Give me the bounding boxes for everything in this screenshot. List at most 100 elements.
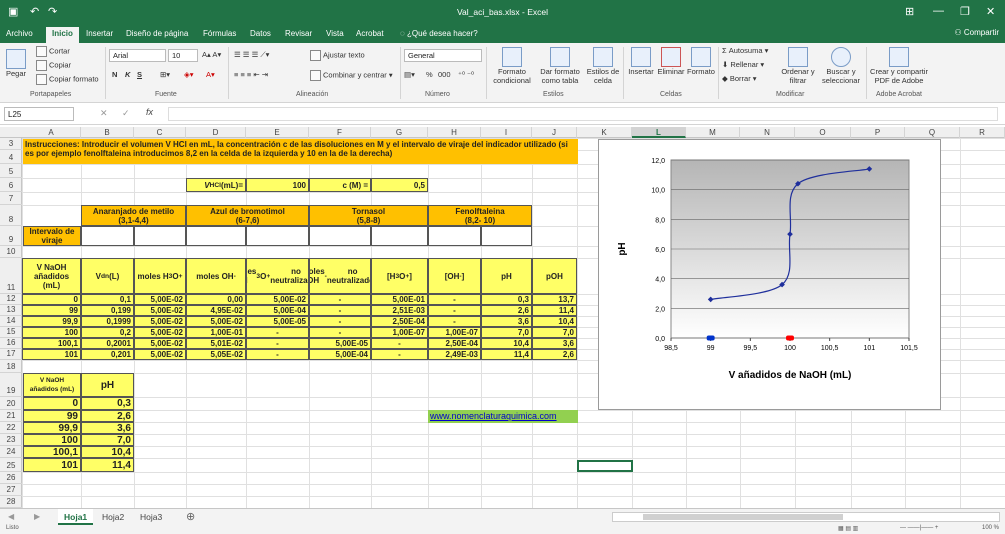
table-data-cell[interactable]: 5,00E-05 xyxy=(246,316,309,327)
column-header-p[interactable]: P xyxy=(851,127,905,138)
column-header-c[interactable]: C xyxy=(134,127,186,138)
tab-acrobat[interactable]: Acrobat xyxy=(356,29,384,38)
row-header-6[interactable]: 6 xyxy=(0,178,22,192)
table-data-cell[interactable]: 5,00E-02 xyxy=(134,305,186,316)
format-painter-button[interactable]: Copiar formato xyxy=(36,74,99,85)
autosum-button[interactable]: Σ Autosuma ▾ xyxy=(722,46,768,55)
table-data-cell[interactable]: - xyxy=(428,316,481,327)
instructions-cell[interactable]: Instrucciones: Introducir el volumen V H… xyxy=(23,139,578,164)
vertical-align-icons[interactable]: ☰ ☰ ☰ ⟋▾ xyxy=(234,50,269,60)
ph-table-cell[interactable]: 0 xyxy=(23,397,81,410)
table-data-cell[interactable]: 3,6 xyxy=(481,316,532,327)
ph-table-cell[interactable]: 11,4 xyxy=(81,458,134,472)
ph-table-cell[interactable]: 99 xyxy=(23,410,81,422)
merge-center-button[interactable]: Combinar y centrar ▾ xyxy=(310,70,393,81)
table-data-cell[interactable]: 5,00E-02 xyxy=(134,349,186,360)
table-data-cell[interactable]: 2,49E-03 xyxy=(428,349,481,360)
viraje-input-cell[interactable] xyxy=(371,226,428,246)
tab-inicio[interactable]: Inicio xyxy=(46,27,79,43)
scrollbar-thumb[interactable] xyxy=(643,514,843,520)
table-data-cell[interactable]: 4,95E-02 xyxy=(186,305,246,316)
table-header-cell[interactable]: moles OH- no neutralizados xyxy=(309,258,371,294)
tab-vista[interactable]: Vista xyxy=(326,29,344,38)
thousands-button[interactable]: 000 xyxy=(438,70,451,79)
table-data-cell[interactable]: 5,00E-04 xyxy=(246,305,309,316)
indicator-header[interactable]: Fenolftaleina (8,2- 10) xyxy=(428,205,532,226)
row-header-19[interactable]: 19 xyxy=(0,373,22,397)
table-data-cell[interactable]: - xyxy=(428,305,481,316)
row-header-24[interactable]: 24 xyxy=(0,446,22,458)
bold-button[interactable]: N xyxy=(112,70,117,79)
tab-diseno[interactable]: Diseño de página xyxy=(126,29,188,38)
ribbon-display-icon[interactable]: ⊞ xyxy=(905,5,914,18)
table-data-cell[interactable]: 1,00E-07 xyxy=(371,327,428,338)
font-size-select[interactable]: 10 xyxy=(168,49,198,62)
row-header-23[interactable]: 23 xyxy=(0,434,22,446)
clear-button[interactable]: ◆ Borrar ▾ xyxy=(722,74,757,83)
selected-cell[interactable] xyxy=(577,460,633,472)
table-data-cell[interactable]: 0,1 xyxy=(81,294,134,305)
table-data-cell[interactable]: 5,00E-02 xyxy=(134,327,186,338)
row-header-18[interactable]: 18 xyxy=(0,360,22,373)
ph-table-header[interactable]: V NaOH añadidos (mL) xyxy=(23,373,81,397)
row-header-8[interactable]: 8 xyxy=(0,205,22,226)
website-link[interactable]: www.nomenclaturaquimica.com xyxy=(428,410,578,423)
decimal-icons[interactable]: ⁺⁰ ⁻⁰ xyxy=(458,70,474,79)
table-data-cell[interactable]: 100,1 xyxy=(22,338,81,349)
table-data-cell[interactable]: 2,50E-04 xyxy=(371,316,428,327)
row-header-21[interactable]: 21 xyxy=(0,410,22,422)
table-header-cell[interactable]: [OH -] xyxy=(428,258,481,294)
paste-button[interactable]: Pegar xyxy=(6,49,26,78)
format-cells-button[interactable]: Formato xyxy=(686,47,716,76)
table-data-cell[interactable]: 5,05E-02 xyxy=(186,349,246,360)
find-select-button[interactable]: Buscar y seleccionar xyxy=(818,47,864,85)
delete-cells-button[interactable]: Eliminar xyxy=(656,47,686,76)
indicator-header[interactable]: Anaranjado de metilo (3,1-4,4) xyxy=(81,205,186,226)
v-value-cell[interactable]: 100 xyxy=(246,178,309,192)
row-header-10[interactable]: 10 xyxy=(0,246,22,258)
column-header-n[interactable]: N xyxy=(740,127,795,138)
conditional-format-button[interactable]: Formato condicional xyxy=(490,47,534,85)
share-button[interactable]: ⚇ Compartir xyxy=(954,28,999,37)
table-data-cell[interactable]: 1,00E-07 xyxy=(428,327,481,338)
table-data-cell[interactable]: 1,00E-01 xyxy=(186,327,246,338)
table-data-cell[interactable]: 0,2 xyxy=(81,327,134,338)
table-data-cell[interactable]: - xyxy=(309,305,371,316)
c-label-cell[interactable]: c (M) = xyxy=(309,178,371,192)
table-data-cell[interactable]: 2,51E-03 xyxy=(371,305,428,316)
row-header-27[interactable]: 27 xyxy=(0,484,22,496)
indicator-header[interactable]: Tornasol (5,8-8) xyxy=(309,205,428,226)
horizontal-align-icons[interactable]: ≡ ≡ ≡ ⇤ ⇥ xyxy=(234,70,268,79)
next-sheet-icon[interactable]: ▶ xyxy=(34,512,40,521)
format-as-table-button[interactable]: Dar formato como tabla xyxy=(537,47,583,85)
table-header-cell[interactable]: V dn (L) xyxy=(81,258,134,294)
viraje-input-cell[interactable] xyxy=(186,226,246,246)
table-data-cell[interactable]: - xyxy=(309,327,371,338)
ph-table-header[interactable]: pH xyxy=(81,373,134,397)
row-header-22[interactable]: 22 xyxy=(0,422,22,434)
column-header-l[interactable]: L xyxy=(632,127,686,138)
ph-table-cell[interactable]: 101 xyxy=(23,458,81,472)
formula-input[interactable] xyxy=(168,107,998,121)
borders-icon[interactable]: ⊞▾ xyxy=(160,70,170,79)
cell-styles-button[interactable]: Estilos de celda xyxy=(585,47,621,85)
ph-table-cell[interactable]: 99,9 xyxy=(23,422,81,434)
table-data-cell[interactable]: 99,9 xyxy=(22,316,81,327)
viraje-input-cell[interactable] xyxy=(309,226,371,246)
viraje-input-cell[interactable] xyxy=(246,226,309,246)
row-header-20[interactable]: 20 xyxy=(0,397,22,410)
insert-function-icon[interactable]: fx xyxy=(146,107,153,117)
column-header-i[interactable]: I xyxy=(481,127,532,138)
table-data-cell[interactable]: 101 xyxy=(22,349,81,360)
sheet-tab-hoja1[interactable]: Hoja1 xyxy=(58,509,94,525)
close-icon[interactable]: ✕ xyxy=(986,5,995,18)
fill-color-icon[interactable]: ◈▾ xyxy=(184,70,194,79)
table-data-cell[interactable]: 11,4 xyxy=(481,349,532,360)
table-data-cell[interactable]: - xyxy=(246,338,309,349)
prev-sheet-icon[interactable]: ◀ xyxy=(8,512,14,521)
ph-table-cell[interactable]: 7,0 xyxy=(81,434,134,446)
tab-archivo[interactable]: Archivo xyxy=(6,29,33,38)
table-data-cell[interactable]: 99 xyxy=(22,305,81,316)
table-data-cell[interactable]: 10,4 xyxy=(481,338,532,349)
ph-table-cell[interactable]: 2,6 xyxy=(81,410,134,422)
